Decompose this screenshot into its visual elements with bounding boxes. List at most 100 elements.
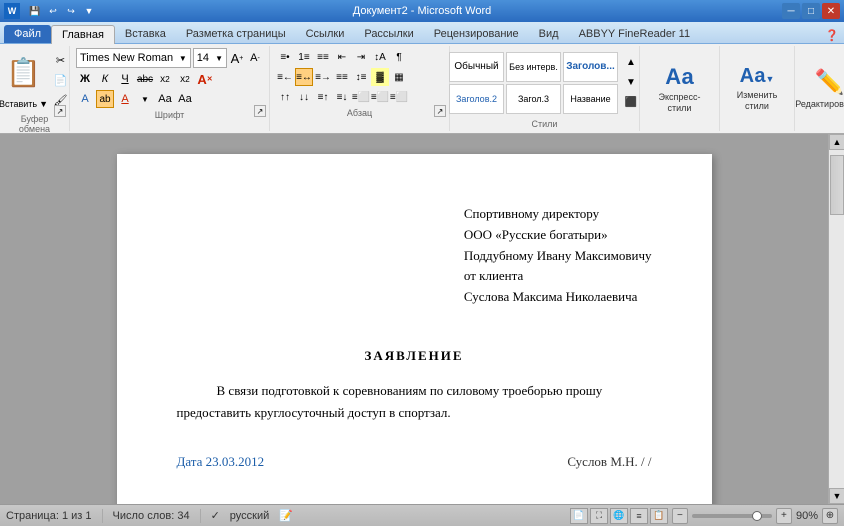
zoom-percent[interactable]: 90% [796, 510, 818, 522]
align-center-button[interactable]: ≡↔ [295, 68, 313, 86]
style-heading2[interactable]: Заголов.2 [449, 84, 504, 114]
style-no-interval[interactable]: Без интерв. [506, 52, 561, 82]
styles-up-button[interactable]: ▲ [622, 54, 640, 72]
highlight-button[interactable]: ab [96, 90, 114, 108]
font-expand[interactable]: ↗ [254, 105, 266, 117]
para-extra5[interactable]: ≡⬜ [352, 88, 370, 106]
style-normal[interactable]: Обычный [449, 52, 504, 82]
view-draft-btn[interactable]: 📋 [650, 508, 668, 524]
clear-format-button[interactable]: A✕ [196, 70, 214, 88]
font-shrink-button[interactable]: A- [247, 49, 263, 67]
increase-indent-button[interactable]: ⇥ [352, 48, 370, 66]
document-body[interactable]: В связи подготовкой к соревнованиям по с… [177, 380, 652, 424]
scroll-up-button[interactable]: ▲ [829, 134, 844, 150]
express-styles-label: Экспресс-стили [658, 92, 702, 114]
tab-abbyy[interactable]: ABBYY FineReader 11 [569, 25, 701, 43]
close-button[interactable]: ✕ [822, 3, 840, 19]
tab-links[interactable]: Ссылки [296, 25, 355, 43]
copy-button[interactable]: 📄 [52, 71, 70, 89]
paste-dropdown[interactable]: Вставить ▼ [0, 96, 48, 112]
express-styles-button[interactable]: Аа Экспресс-стили [654, 55, 706, 123]
quickaccess-dropdown[interactable]: ▼ [81, 3, 97, 19]
numbered-list-button[interactable]: 1≡ [295, 48, 313, 66]
zoom-slider[interactable] [692, 514, 772, 518]
align-left-button[interactable]: ≡← [276, 68, 294, 86]
font-color-button[interactable]: A [116, 90, 134, 108]
minimize-button[interactable]: ─ [782, 3, 800, 19]
view-fullscreen-btn[interactable]: ⛶ [590, 508, 608, 524]
font-color-arrow[interactable]: ▼ [136, 90, 154, 108]
tab-home[interactable]: Главная [51, 25, 115, 44]
sort-button[interactable]: ↕A [371, 48, 389, 66]
view-outline-btn[interactable]: ≡ [630, 508, 648, 524]
change-styles-button[interactable]: Аа▼ Изменить стили [731, 55, 783, 123]
underline-button[interactable]: Ч [116, 70, 134, 88]
ribbon-content: 📋 Вставить ▼ ✂ 📄 🖌 Буфер обмена ↗ Times … [0, 44, 844, 134]
shading-button[interactable]: ▓ [371, 68, 389, 86]
undo-quick-btn[interactable]: ↩ [45, 3, 61, 19]
tab-mailings[interactable]: Рассылки [354, 25, 423, 43]
page-count-text: Страница: 1 из 1 [6, 510, 92, 522]
scroll-thumb[interactable] [830, 155, 844, 215]
clipboard-expand[interactable]: ↗ [54, 105, 66, 117]
paste-button[interactable]: 📋 [2, 48, 46, 96]
editing-button[interactable]: ✏️ Редактирование [804, 55, 844, 123]
style-title[interactable]: Название [563, 84, 618, 114]
font-grow-button[interactable]: A+ [229, 49, 245, 67]
redo-quick-btn[interactable]: ↪ [63, 3, 79, 19]
font-name-selector[interactable]: Times New Roman ▼ [76, 48, 191, 68]
track-changes[interactable]: 📝 [279, 509, 293, 522]
zoom-in-button[interactable]: + [776, 508, 792, 524]
tab-view[interactable]: Вид [529, 25, 569, 43]
font-size-value: 14 [197, 52, 209, 64]
font-size-arrow: ▼ [215, 54, 223, 63]
justify-button[interactable]: ≡≡ [333, 68, 351, 86]
save-quick-btn[interactable]: 💾 [27, 3, 43, 19]
tab-insert[interactable]: Вставка [115, 25, 176, 43]
font-size-selector[interactable]: 14 ▼ [193, 48, 227, 68]
para-extra1[interactable]: ↑↑ [276, 88, 294, 106]
spell-check[interactable]: ✓ [211, 509, 220, 522]
tab-page-layout[interactable]: Разметка страницы [176, 25, 296, 43]
vertical-scrollbar[interactable]: ▲ ▼ [828, 134, 844, 504]
text-effects-button[interactable]: A [76, 90, 94, 108]
scroll-track[interactable] [829, 150, 844, 488]
para-extra7[interactable]: ≡⬜ [390, 88, 408, 106]
paragraph-expand[interactable]: ↗ [434, 105, 446, 117]
decrease-indent-button[interactable]: ⇤ [333, 48, 351, 66]
strikethrough-button[interactable]: abc [136, 70, 154, 88]
zoom-fit-button[interactable]: ⊕ [822, 508, 838, 524]
editing-icon: ✏️ [815, 68, 844, 97]
tab-review[interactable]: Рецензирование [424, 25, 529, 43]
cut-button[interactable]: ✂ [52, 51, 70, 69]
multi-list-button[interactable]: ≡≡ [314, 48, 332, 66]
styles-more-button[interactable]: ⬛ [622, 94, 640, 112]
borders-button[interactable]: ▦ [390, 68, 408, 86]
styles-down-button[interactable]: ▼ [622, 74, 640, 92]
para-extra2[interactable]: ↓↓ [295, 88, 313, 106]
language[interactable]: русский [230, 510, 269, 522]
view-print-btn[interactable]: 📄 [570, 508, 588, 524]
subscript-button[interactable]: x2 [156, 70, 174, 88]
view-web-btn[interactable]: 🌐 [610, 508, 628, 524]
style-heading3[interactable]: Загол.3 [506, 84, 561, 114]
zoom-slider-thumb[interactable] [752, 511, 762, 521]
para-extra4[interactable]: ≡↓ [333, 88, 351, 106]
bullet-list-button[interactable]: ≡• [276, 48, 294, 66]
line-spacing-button[interactable]: ↕≡ [352, 68, 370, 86]
para-extra6[interactable]: ≡⬜ [371, 88, 389, 106]
tab-file[interactable]: Файл [4, 25, 51, 43]
align-right-button[interactable]: ≡→ [314, 68, 332, 86]
italic-button[interactable]: К [96, 70, 114, 88]
style-heading1[interactable]: Заголов... [563, 52, 618, 82]
ribbon-help-btn[interactable]: ❓ [824, 27, 840, 43]
zoom-out-button[interactable]: − [672, 508, 688, 524]
pilcrow-button[interactable]: ¶ [390, 48, 408, 66]
font-size2-button[interactable]: Aa [156, 90, 174, 108]
superscript-button[interactable]: x2 [176, 70, 194, 88]
para-extra3[interactable]: ≡↑ [314, 88, 332, 106]
scroll-down-button[interactable]: ▼ [829, 488, 844, 504]
bold-button[interactable]: Ж [76, 70, 94, 88]
maximize-button[interactable]: □ [802, 3, 820, 19]
font-case-button[interactable]: Aa [176, 90, 194, 108]
